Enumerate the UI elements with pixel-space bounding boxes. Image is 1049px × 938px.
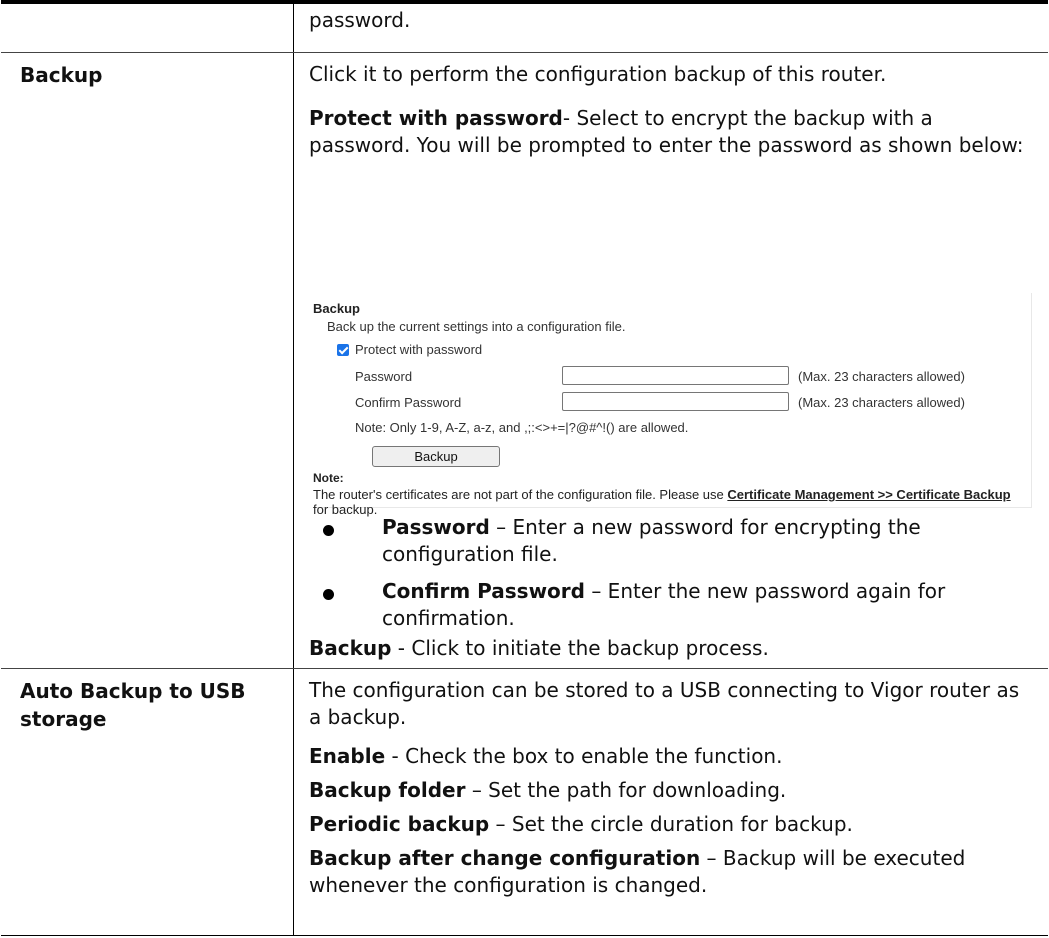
bullet-confirm-password: Confirm Password – Enter the new passwor… [382, 578, 1032, 632]
protect-checkbox[interactable] [337, 344, 349, 356]
column-divider [293, 0, 294, 936]
usb-item-periodic-backup: Periodic backup – Set the circle duratio… [309, 811, 1039, 838]
protect-checkbox-label: Protect with password [355, 342, 483, 357]
screenshot-heading: Backup [313, 301, 360, 316]
confirm-password-field[interactable] [562, 392, 789, 411]
usb-item-label: Backup folder [309, 778, 466, 802]
bullet-icon [323, 525, 334, 536]
usb-item-backup-folder: Backup folder – Set the path for downloa… [309, 777, 1039, 804]
confirm-password-hint: (Max. 23 characters allowed) [798, 395, 965, 410]
certificate-backup-link[interactable]: Certificate Management >> Certificate Ba… [727, 487, 1010, 502]
password-field[interactable] [562, 366, 789, 385]
usb-item-text: – Set the circle duration for backup. [489, 812, 853, 836]
screenshot-description: Back up the current settings into a conf… [327, 319, 626, 334]
usb-item-backup-after-change: Backup after change configuration – Back… [309, 845, 1031, 899]
usb-item-text: - Check the box to enable the function. [385, 744, 783, 768]
term-auto-backup-usb: Auto Backup to USB storage [20, 679, 246, 731]
note-title: Note: [313, 471, 344, 485]
usb-item-label: Periodic backup [309, 812, 490, 836]
term-backup: Backup [20, 63, 103, 87]
table-bottom-border [1, 935, 1048, 936]
bullet-password: Password – Enter a new password for encr… [382, 514, 1032, 568]
bullet-label: Password [382, 515, 490, 539]
password-label: Password [355, 369, 413, 384]
backup-button[interactable]: Backup [372, 446, 500, 467]
row-description-tail: password. [309, 8, 411, 32]
protect-description: Protect with password- Select to encrypt… [309, 105, 1031, 159]
bullet-label: Confirm Password [382, 579, 585, 603]
bullet-icon [323, 589, 334, 600]
usb-item-text: – Set the path for downloading. [465, 778, 787, 802]
backup-action-text: - Click to initiate the backup process. [391, 636, 769, 660]
usb-item-label: Backup after change configuration [309, 846, 701, 870]
backup-screenshot: Backup Back up the current settings into… [313, 293, 1032, 517]
note-text-1: The router's certificates are not part o… [313, 487, 728, 502]
confirm-password-label: Confirm Password [355, 395, 462, 410]
list-item: Password – Enter a new password for encr… [309, 514, 1039, 574]
usb-item-enable: Enable - Check the box to enable the fun… [309, 743, 1039, 770]
usb-intro: The configuration can be stored to a USB… [309, 678, 1020, 729]
backup-action-description: Backup - Click to initiate the backup pr… [309, 635, 1039, 662]
list-item: Confirm Password – Enter the new passwor… [309, 578, 1039, 638]
certificate-note: The router's certificates are not part o… [313, 487, 1013, 517]
password-hint: (Max. 23 characters allowed) [798, 369, 965, 384]
table-top-border [1, 0, 1048, 4]
row-divider [1, 52, 1048, 53]
backup-intro: Click it to perform the configuration ba… [309, 62, 887, 86]
backup-action-label: Backup [309, 636, 392, 660]
usb-item-label: Enable [309, 744, 386, 768]
row-divider [1, 668, 1048, 669]
allowed-characters-note: Note: Only 1-9, A-Z, a-z, and ,;:<>+=|?@… [355, 420, 689, 435]
protect-label: Protect with password [309, 106, 563, 130]
